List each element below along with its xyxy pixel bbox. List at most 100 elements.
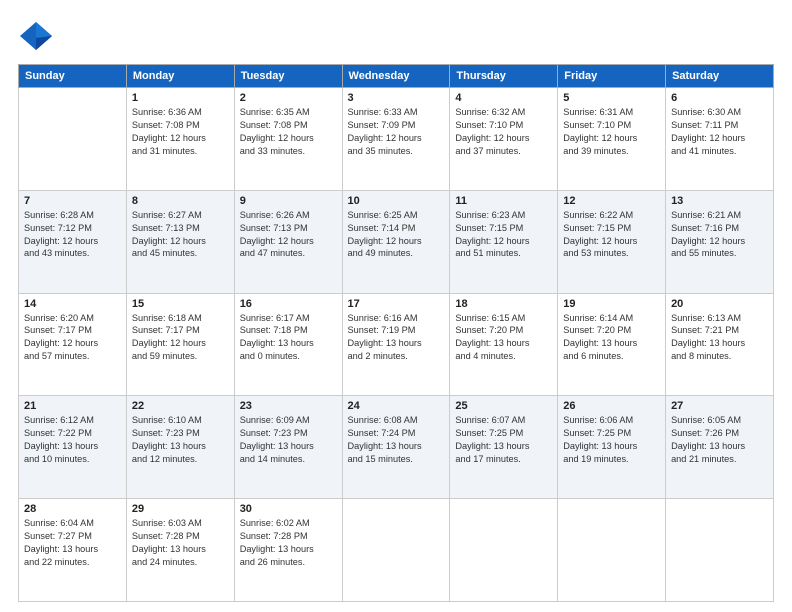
day-info: Sunrise: 6:23 AM Sunset: 7:15 PM Dayligh… (455, 209, 552, 261)
day-cell: 11 Sunrise: 6:23 AM Sunset: 7:15 PM Dayli… (450, 190, 558, 293)
day-cell: 6Sunrise: 6:30 AM Sunset: 7:11 PM Daylig… (666, 88, 774, 191)
day-cell: 22Sunrise: 6:10 AM Sunset: 7:23 PM Dayli… (126, 396, 234, 499)
week-row-0: 1 Sunrise: 6:36 AM Sunset: 7:08 PM Daylig… (19, 88, 774, 191)
day-info: Sunrise: 6:09 AM Sunset: 7:23 PM Dayligh… (240, 414, 337, 466)
day-info: Sunrise: 6:07 AM Sunset: 7:25 PM Dayligh… (455, 414, 552, 466)
day-cell (342, 499, 450, 602)
logo-icon (18, 18, 54, 54)
weekday-header-friday: Friday (558, 65, 666, 88)
day-number: 7 (24, 195, 121, 207)
day-number: 25 (455, 400, 552, 412)
week-row-1: 7 Sunrise: 6:28 AM Sunset: 7:12 PM Daylig… (19, 190, 774, 293)
day-info: Sunrise: 6:03 AM Sunset: 7:28 PM Dayligh… (132, 517, 229, 569)
day-number: 12 (563, 195, 660, 207)
day-cell: 18 Sunrise: 6:15 AM Sunset: 7:20 PM Dayli… (450, 293, 558, 396)
day-number: 30 (240, 503, 337, 515)
logo (18, 18, 58, 54)
day-number: 2 (240, 92, 337, 104)
day-info: Sunrise: 6:05 AM Sunset: 7:26 PM Dayligh… (671, 414, 768, 466)
day-number: 10 (348, 195, 445, 207)
day-cell: 20 Sunrise: 6:13 AM Sunset: 7:21 PM Dayli… (666, 293, 774, 396)
day-number: 19 (563, 298, 660, 310)
day-cell: 27 Sunrise: 6:05 AM Sunset: 7:26 PM Dayli… (666, 396, 774, 499)
page: SundayMondayTuesdayWednesdayThursdayFrid… (0, 0, 792, 612)
day-cell: 5 Sunrise: 6:31 AM Sunset: 7:10 PM Daylig… (558, 88, 666, 191)
day-info: Sunrise: 6:04 AM Sunset: 7:27 PM Dayligh… (24, 517, 121, 569)
day-number: 15 (132, 298, 229, 310)
day-cell (19, 88, 127, 191)
weekday-header-wednesday: Wednesday (342, 65, 450, 88)
day-number: 4 (455, 92, 552, 104)
calendar-table: SundayMondayTuesdayWednesdayThursdayFrid… (18, 64, 774, 602)
day-info: Sunrise: 6:13 AM Sunset: 7:21 PM Dayligh… (671, 312, 768, 364)
day-info: Sunrise: 6:16 AM Sunset: 7:19 PM Dayligh… (348, 312, 445, 364)
day-cell: 1 Sunrise: 6:36 AM Sunset: 7:08 PM Daylig… (126, 88, 234, 191)
day-number: 23 (240, 400, 337, 412)
day-number: 13 (671, 195, 768, 207)
day-info: Sunrise: 6:32 AM Sunset: 7:10 PM Dayligh… (455, 106, 552, 158)
day-info: Sunrise: 6:36 AM Sunset: 7:08 PM Dayligh… (132, 106, 229, 158)
day-info: Sunrise: 6:12 AM Sunset: 7:22 PM Dayligh… (24, 414, 121, 466)
weekday-header-tuesday: Tuesday (234, 65, 342, 88)
day-number: 29 (132, 503, 229, 515)
day-cell: 17Sunrise: 6:16 AM Sunset: 7:19 PM Dayli… (342, 293, 450, 396)
day-info: Sunrise: 6:35 AM Sunset: 7:08 PM Dayligh… (240, 106, 337, 158)
day-number: 1 (132, 92, 229, 104)
day-cell: 30 Sunrise: 6:02 AM Sunset: 7:28 PM Dayli… (234, 499, 342, 602)
day-cell: 4 Sunrise: 6:32 AM Sunset: 7:10 PM Daylig… (450, 88, 558, 191)
week-row-4: 28 Sunrise: 6:04 AM Sunset: 7:27 PM Dayli… (19, 499, 774, 602)
day-number: 9 (240, 195, 337, 207)
day-info: Sunrise: 6:14 AM Sunset: 7:20 PM Dayligh… (563, 312, 660, 364)
day-cell: 7 Sunrise: 6:28 AM Sunset: 7:12 PM Daylig… (19, 190, 127, 293)
day-cell: 26 Sunrise: 6:06 AM Sunset: 7:25 PM Dayli… (558, 396, 666, 499)
day-number: 21 (24, 400, 121, 412)
day-info: Sunrise: 6:02 AM Sunset: 7:28 PM Dayligh… (240, 517, 337, 569)
day-number: 11 (455, 195, 552, 207)
day-cell: 24Sunrise: 6:08 AM Sunset: 7:24 PM Dayli… (342, 396, 450, 499)
week-row-3: 21 Sunrise: 6:12 AM Sunset: 7:22 PM Dayli… (19, 396, 774, 499)
day-info: Sunrise: 6:30 AM Sunset: 7:11 PM Dayligh… (671, 106, 768, 158)
day-info: Sunrise: 6:10 AM Sunset: 7:23 PM Dayligh… (132, 414, 229, 466)
weekday-header-thursday: Thursday (450, 65, 558, 88)
day-number: 16 (240, 298, 337, 310)
day-info: Sunrise: 6:22 AM Sunset: 7:15 PM Dayligh… (563, 209, 660, 261)
day-cell: 15 Sunrise: 6:18 AM Sunset: 7:17 PM Dayli… (126, 293, 234, 396)
day-number: 27 (671, 400, 768, 412)
day-number: 5 (563, 92, 660, 104)
day-info: Sunrise: 6:28 AM Sunset: 7:12 PM Dayligh… (24, 209, 121, 261)
day-info: Sunrise: 6:20 AM Sunset: 7:17 PM Dayligh… (24, 312, 121, 364)
day-number: 20 (671, 298, 768, 310)
day-number: 24 (348, 400, 445, 412)
weekday-header-sunday: Sunday (19, 65, 127, 88)
day-cell: 2 Sunrise: 6:35 AM Sunset: 7:08 PM Daylig… (234, 88, 342, 191)
day-number: 3 (348, 92, 445, 104)
day-number: 28 (24, 503, 121, 515)
day-cell: 29 Sunrise: 6:03 AM Sunset: 7:28 PM Dayli… (126, 499, 234, 602)
day-cell: 28 Sunrise: 6:04 AM Sunset: 7:27 PM Dayli… (19, 499, 127, 602)
day-number: 14 (24, 298, 121, 310)
day-info: Sunrise: 6:27 AM Sunset: 7:13 PM Dayligh… (132, 209, 229, 261)
day-cell: 12 Sunrise: 6:22 AM Sunset: 7:15 PM Dayli… (558, 190, 666, 293)
day-info: Sunrise: 6:06 AM Sunset: 7:25 PM Dayligh… (563, 414, 660, 466)
day-cell: 13 Sunrise: 6:21 AM Sunset: 7:16 PM Dayli… (666, 190, 774, 293)
header (18, 18, 774, 54)
day-cell: 3 Sunrise: 6:33 AM Sunset: 7:09 PM Daylig… (342, 88, 450, 191)
day-cell: 14 Sunrise: 6:20 AM Sunset: 7:17 PM Dayli… (19, 293, 127, 396)
day-info: Sunrise: 6:17 AM Sunset: 7:18 PM Dayligh… (240, 312, 337, 364)
day-info: Sunrise: 6:21 AM Sunset: 7:16 PM Dayligh… (671, 209, 768, 261)
weekday-header-row: SundayMondayTuesdayWednesdayThursdayFrid… (19, 65, 774, 88)
day-cell (450, 499, 558, 602)
day-number: 26 (563, 400, 660, 412)
day-cell: 10Sunrise: 6:25 AM Sunset: 7:14 PM Dayli… (342, 190, 450, 293)
week-row-2: 14 Sunrise: 6:20 AM Sunset: 7:17 PM Dayli… (19, 293, 774, 396)
day-info: Sunrise: 6:15 AM Sunset: 7:20 PM Dayligh… (455, 312, 552, 364)
day-info: Sunrise: 6:33 AM Sunset: 7:09 PM Dayligh… (348, 106, 445, 158)
day-cell: 19 Sunrise: 6:14 AM Sunset: 7:20 PM Dayli… (558, 293, 666, 396)
day-cell: 21 Sunrise: 6:12 AM Sunset: 7:22 PM Dayli… (19, 396, 127, 499)
day-info: Sunrise: 6:18 AM Sunset: 7:17 PM Dayligh… (132, 312, 229, 364)
day-info: Sunrise: 6:31 AM Sunset: 7:10 PM Dayligh… (563, 106, 660, 158)
day-number: 8 (132, 195, 229, 207)
day-cell: 9 Sunrise: 6:26 AM Sunset: 7:13 PM Daylig… (234, 190, 342, 293)
day-info: Sunrise: 6:26 AM Sunset: 7:13 PM Dayligh… (240, 209, 337, 261)
day-number: 18 (455, 298, 552, 310)
